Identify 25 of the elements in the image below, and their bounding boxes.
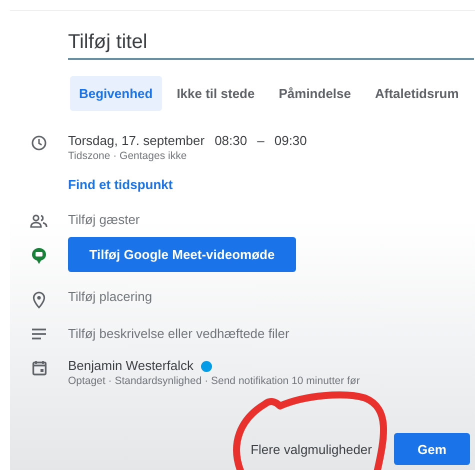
find-time-link[interactable]: Find et tidspunkt bbox=[68, 177, 173, 192]
people-icon bbox=[30, 214, 48, 228]
event-type-tab[interactable]: Påmindelse bbox=[270, 76, 360, 111]
time-options[interactable]: Tidszone · Gentages ikke bbox=[68, 150, 307, 162]
title-field[interactable]: Tilføj titel bbox=[68, 29, 474, 60]
calendar-icon bbox=[32, 360, 46, 376]
add-field[interactable]: Tilføj placering bbox=[68, 289, 152, 304]
calendar-owner[interactable]: Benjamin Westerfalck bbox=[68, 358, 194, 373]
time-dash: – bbox=[257, 133, 264, 148]
save-button[interactable]: Gem bbox=[394, 433, 470, 465]
add-meet-button[interactable]: Tilføj Google Meet-videomøde bbox=[68, 237, 296, 272]
more-options-button[interactable]: Flere valgmuligheder bbox=[242, 434, 380, 464]
event-type-tab[interactable]: Aftaletidsrum bbox=[366, 76, 468, 111]
end-time[interactable]: 09:30 bbox=[274, 133, 307, 148]
calendar-details[interactable]: Optaget · Standardsynlighed · Send notifikation 10 minutter før bbox=[68, 375, 360, 387]
event-date[interactable]: Torsdag, 17. september bbox=[68, 133, 205, 148]
location-pin-icon bbox=[32, 291, 46, 309]
event-type-tab[interactable]: Ikke til stede bbox=[168, 76, 264, 111]
add-field[interactable]: Tilføj gæster bbox=[68, 212, 140, 227]
event-type-tab[interactable]: Begivenhed bbox=[70, 76, 162, 111]
start-time[interactable]: 08:30 bbox=[214, 133, 248, 148]
description-icon bbox=[31, 328, 47, 340]
add-field[interactable]: Tilføj beskrivelse eller vedhæftede filer bbox=[68, 326, 290, 341]
video-chat-icon bbox=[31, 247, 47, 265]
clock-icon bbox=[31, 135, 47, 151]
